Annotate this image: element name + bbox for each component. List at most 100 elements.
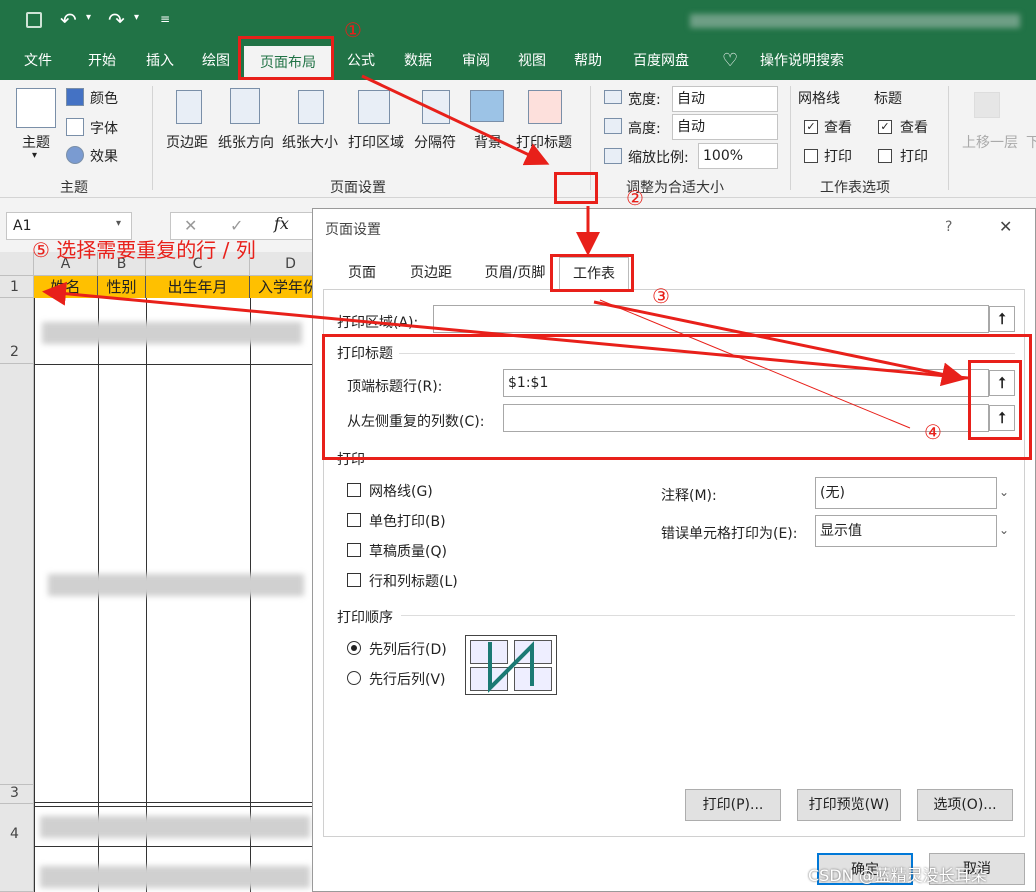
row-header-1[interactable]: 1 (0, 276, 34, 298)
fx-icon[interactable]: fx (274, 214, 289, 233)
themes-icon[interactable] (16, 88, 56, 128)
errors-dropdown-icon[interactable]: ⌄ (999, 523, 1009, 537)
grid-line (34, 364, 314, 365)
confirm-formula-icon[interactable]: ✓ (230, 216, 243, 235)
margins-icon[interactable] (176, 90, 202, 124)
breaks-icon[interactable] (422, 90, 450, 124)
themes-button[interactable]: 主题 (22, 132, 50, 152)
orientation-button[interactable]: 纸张方向 (218, 132, 274, 152)
black-white-checkbox[interactable] (347, 513, 361, 527)
print-area-icon[interactable] (358, 90, 390, 124)
blurred-cell (40, 816, 310, 838)
background-button[interactable]: 背景 (474, 132, 502, 152)
bring-forward-button[interactable]: 上移一层 (962, 132, 1018, 152)
header-cell-enroll[interactable]: 入学年份 (250, 276, 320, 298)
themes-dropdown-icon[interactable]: ▾ (32, 150, 37, 161)
print-area-label: 打印区域(A): (337, 315, 419, 331)
gridlines-label: 网格线(G) (369, 484, 433, 500)
headings-view-checkbox[interactable]: ✓ (878, 120, 892, 134)
gridlines-print-checkbox[interactable] (804, 149, 818, 163)
draft-checkbox[interactable] (347, 543, 361, 557)
height-combo[interactable]: 自动 (672, 114, 778, 140)
page-setup-dialog: 页面设置 ? ✕ 页面 页边距 页眉/页脚 工作表 打印区域(A): ⭡ 打印标… (312, 208, 1036, 892)
width-combo[interactable]: 自动 (672, 86, 778, 112)
row-header-2[interactable]: 2 (0, 298, 34, 364)
scale-spinner[interactable]: 100% (698, 143, 778, 169)
background-icon[interactable] (470, 90, 504, 122)
row-header-3[interactable]: 3 (0, 784, 34, 804)
fonts-button[interactable]: 字体 (90, 118, 118, 138)
tab-margins[interactable]: 页边距 (399, 257, 463, 289)
customize-qat-icon[interactable]: ≡ (160, 12, 170, 26)
print-titles-icon[interactable] (528, 90, 562, 124)
gridlines-view-checkbox[interactable]: ✓ (804, 120, 818, 134)
colors-icon[interactable] (66, 88, 84, 106)
print-button[interactable]: 打印(P)... (685, 789, 781, 821)
options-button[interactable]: 选项(O)... (917, 789, 1013, 821)
print-area-field[interactable] (433, 305, 989, 333)
page-order-section: 打印顺序 (337, 610, 393, 626)
fonts-icon[interactable] (66, 118, 84, 136)
print-area-collapse-icon[interactable]: ⭡ (989, 306, 1015, 332)
save-icon[interactable] (26, 12, 42, 28)
page-order-preview-icon (465, 635, 557, 695)
group-theme-label: 主题 (60, 180, 88, 196)
print-titles-button[interactable]: 打印标题 (516, 132, 572, 152)
colors-button[interactable]: 颜色 (90, 88, 118, 108)
undo-icon[interactable]: ↶ (60, 8, 77, 32)
height-label: 高度: (628, 121, 661, 137)
headings-print-label: 打印 (900, 149, 928, 165)
tab-insert[interactable]: 插入 (132, 42, 188, 80)
header-cell-name[interactable]: 姓名 (34, 276, 98, 298)
redo-dropdown-icon[interactable]: ▾ (134, 12, 139, 23)
tab-page[interactable]: 页面 (337, 257, 387, 289)
headings-print-checkbox[interactable] (878, 149, 892, 163)
redo-icon[interactable]: ↷ (108, 8, 125, 32)
annotation-1: ① (344, 18, 362, 42)
row-header-4[interactable]: 4 (0, 804, 34, 892)
errors-select[interactable]: 显示值 (815, 515, 997, 547)
effects-button[interactable]: 效果 (90, 146, 118, 166)
annotation-3: ③ (652, 284, 670, 308)
size-button[interactable]: 纸张大小 (282, 132, 338, 152)
comments-dropdown-icon[interactable]: ⌄ (999, 485, 1009, 499)
over-then-down-radio[interactable] (347, 671, 361, 685)
print-area-button[interactable]: 打印区域 (348, 132, 404, 152)
dialog-title: 页面设置 (325, 222, 381, 238)
tab-view[interactable]: 视图 (504, 42, 560, 80)
tab-data[interactable]: 数据 (390, 42, 446, 80)
size-icon[interactable] (298, 90, 324, 124)
tab-draw[interactable]: 绘图 (188, 42, 244, 80)
tell-me-search[interactable]: 操作说明搜索 (750, 42, 854, 80)
comments-label: 注释(M): (661, 488, 717, 504)
header-cell-birth[interactable]: 出生年月 (146, 276, 250, 298)
tab-formulas[interactable]: 公式 (334, 42, 388, 80)
highlight-page-layout (238, 36, 334, 80)
gridlines-label: 网格线 (798, 91, 840, 107)
tab-baidu[interactable]: 百度网盘 (622, 42, 700, 80)
select-all-corner[interactable] (0, 252, 34, 276)
bring-forward-tail: 下 (1026, 135, 1036, 151)
comments-select[interactable]: (无) (815, 477, 997, 509)
down-then-over-radio[interactable] (347, 641, 361, 655)
orientation-icon[interactable] (230, 88, 260, 124)
help-button[interactable]: ? (945, 219, 952, 235)
print-preview-button[interactable]: 打印预览(W) (797, 789, 901, 821)
tab-review[interactable]: 审阅 (448, 42, 504, 80)
tab-help[interactable]: 帮助 (560, 42, 616, 80)
margins-button[interactable]: 页边距 (166, 132, 208, 152)
breaks-button[interactable]: 分隔符 (414, 132, 456, 152)
tab-file[interactable]: 文件 (10, 42, 66, 80)
undo-dropdown-icon[interactable]: ▾ (86, 12, 91, 23)
cancel-formula-icon[interactable]: ✕ (184, 216, 197, 235)
row-col-headings-checkbox[interactable] (347, 573, 361, 587)
headings-label: 标题 (874, 91, 902, 107)
height-icon (604, 118, 622, 134)
tab-home[interactable]: 开始 (74, 42, 130, 80)
header-cell-gender[interactable]: 性别 (98, 276, 146, 298)
tab-header-footer[interactable]: 页眉/页脚 (475, 257, 555, 289)
name-box-dropdown-icon[interactable]: ▾ (116, 218, 121, 229)
gridlines-checkbox[interactable] (347, 483, 361, 497)
effects-icon[interactable] (66, 146, 84, 164)
close-button[interactable]: ✕ (999, 217, 1012, 236)
